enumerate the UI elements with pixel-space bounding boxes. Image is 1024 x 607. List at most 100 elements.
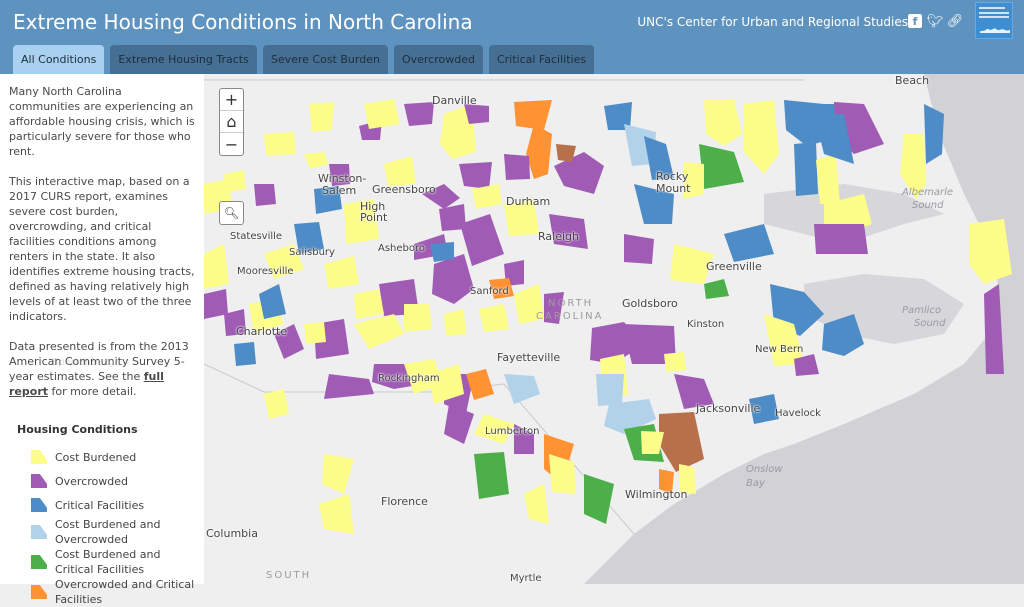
zoom-out-button[interactable]: − <box>220 133 243 155</box>
zoom-controls: + ⌂ − <box>219 88 244 156</box>
map-label: Durham <box>506 195 551 208</box>
legend-item: Overcrowded <box>31 469 195 493</box>
twitter-icon[interactable]: 🐦︎ <box>927 14 944 29</box>
tab-critical-facilities[interactable]: Critical Facilities <box>488 45 595 74</box>
census-tract[interactable] <box>309 102 334 132</box>
census-tract[interactable] <box>659 412 704 472</box>
census-tract[interactable] <box>432 254 474 304</box>
tab-severe-cost-burden[interactable]: Severe Cost Burden <box>262 45 388 74</box>
legend-label: Overcrowded and Critical Facilities <box>55 578 195 606</box>
census-tract[interactable] <box>354 314 404 349</box>
legend-swatch <box>31 555 47 569</box>
census-tract[interactable] <box>459 162 492 189</box>
census-tract[interactable] <box>404 102 434 126</box>
census-tract[interactable] <box>816 154 840 204</box>
census-tract[interactable] <box>524 484 549 524</box>
map-label: Salisbury <box>289 247 335 258</box>
legend: Cost Burdened Overcrowded Critical Facilit… <box>31 445 195 607</box>
map-label: Danville <box>432 94 477 107</box>
legend-swatch <box>31 450 47 464</box>
census-tract[interactable] <box>794 142 818 196</box>
map-label: Sound <box>912 200 944 211</box>
map-label: Charlotte <box>236 325 288 338</box>
census-tract[interactable] <box>744 100 779 174</box>
map-label: Havelock <box>775 408 821 419</box>
legend-swatch <box>31 525 47 539</box>
legend-swatch <box>31 585 47 599</box>
census-tract[interactable] <box>596 374 624 406</box>
social-links: f 🐦︎ 🔗︎ <box>908 14 964 29</box>
map-label: Bay <box>746 478 765 489</box>
legend-label: Overcrowded <box>55 474 129 488</box>
census-tract[interactable] <box>704 279 729 299</box>
census-tract[interactable] <box>319 494 354 534</box>
census-tract[interactable] <box>204 244 229 289</box>
org-link[interactable]: UNC's Center for Urban and Regional Stud… <box>637 15 908 29</box>
data-source-text-end: for more detail. <box>48 385 137 398</box>
census-tract[interactable] <box>479 304 509 332</box>
map-label: Rockingham <box>378 373 440 384</box>
census-tract[interactable] <box>444 309 466 336</box>
map-label: Onslow <box>746 464 783 475</box>
home-button[interactable]: ⌂ <box>220 111 243 133</box>
census-tract[interactable] <box>324 256 359 289</box>
legend-item: Cost Burdened <box>31 445 195 469</box>
census-tract[interactable] <box>526 124 552 179</box>
census-tract[interactable] <box>264 389 289 419</box>
census-tract[interactable] <box>322 454 354 494</box>
census-tract[interactable] <box>504 374 540 404</box>
legend-label: Cost Burdened <box>55 450 137 464</box>
zoom-in-button[interactable]: + <box>220 89 243 111</box>
census-tract[interactable] <box>304 322 326 344</box>
census-tract[interactable] <box>624 234 654 264</box>
census-tract[interactable] <box>354 289 384 319</box>
census-tract[interactable] <box>699 144 744 189</box>
census-tract[interactable] <box>724 224 774 262</box>
legend-item: Critical Facilities <box>31 493 195 517</box>
census-tract[interactable] <box>814 224 868 254</box>
sidebar-panel: Many North Carolina communities are expe… <box>0 74 204 606</box>
census-tract[interactable] <box>404 304 432 332</box>
map-label: Point <box>360 211 388 224</box>
census-tract[interactable] <box>472 184 502 209</box>
curs-logo[interactable] <box>975 2 1013 39</box>
search-button[interactable]: 🔍︎ <box>219 201 244 225</box>
link-icon[interactable]: 🔗︎ <box>947 14 964 29</box>
map-label: Statesville <box>230 231 283 242</box>
census-tract[interactable] <box>430 242 454 262</box>
map-label: SOUTH <box>266 570 312 581</box>
census-tract[interactable] <box>204 289 228 319</box>
census-tract[interactable] <box>924 104 944 164</box>
census-tract[interactable] <box>584 474 614 524</box>
map-label: Asheboro <box>378 243 426 254</box>
map-label: Myrtle <box>510 573 542 584</box>
tab-extreme-housing-tracts[interactable]: Extreme Housing Tracts <box>110 45 257 74</box>
tab-overcrowded[interactable]: Overcrowded <box>393 45 483 74</box>
census-tract[interactable] <box>234 342 256 366</box>
map-label: CAROLINA <box>536 311 604 322</box>
map-view[interactable] <box>204 74 1024 584</box>
census-tract[interactable] <box>474 452 509 499</box>
map-label: Mount <box>656 182 691 195</box>
census-tract[interactable] <box>364 99 400 129</box>
census-tract[interactable] <box>514 100 552 130</box>
census-tract[interactable] <box>254 184 276 206</box>
census-tract[interactable] <box>549 454 576 494</box>
census-tract[interactable] <box>304 152 329 169</box>
legend-item: Cost Burdened and Critical Facilities <box>31 547 195 577</box>
census-tract[interactable] <box>264 132 296 156</box>
census-tract[interactable] <box>664 352 686 372</box>
tab-all-conditions[interactable]: All Conditions <box>13 45 105 74</box>
facebook-icon[interactable]: f <box>908 14 922 28</box>
app-header: Extreme Housing Conditions in North Caro… <box>0 0 1024 74</box>
census-tract[interactable] <box>384 156 416 186</box>
census-tract[interactable] <box>444 404 474 444</box>
census-tract[interactable] <box>504 154 530 180</box>
legend-item: Cost Burdened and Overcrowded <box>31 517 195 547</box>
census-tract[interactable] <box>324 374 374 399</box>
census-tract[interactable] <box>466 369 494 400</box>
census-tract[interactable] <box>704 99 742 146</box>
intro-paragraph: Many North Carolina communities are expe… <box>9 85 195 158</box>
census-tract[interactable] <box>259 284 286 319</box>
census-tract[interactable] <box>460 214 504 266</box>
